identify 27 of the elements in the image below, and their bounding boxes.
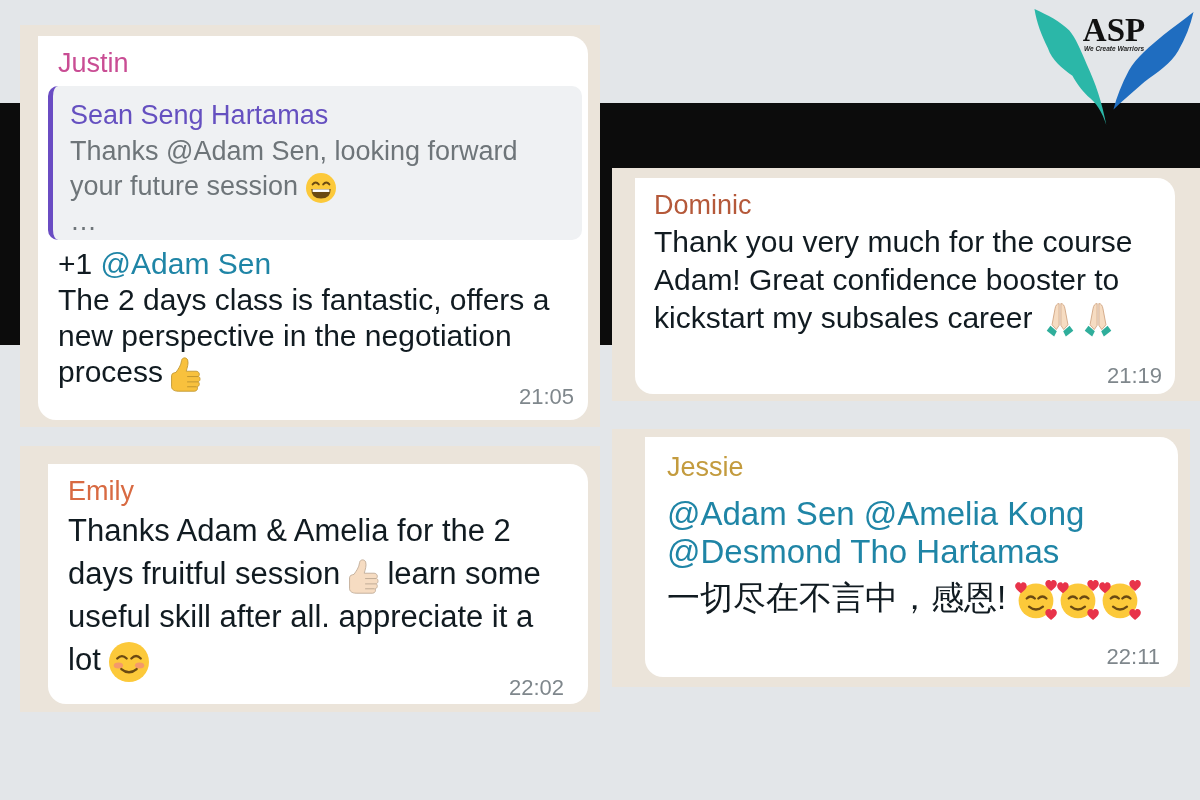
message-text: Thank you very much for the course Adam! Great confidence booster to kickstart my subsales career (654, 223, 1162, 338)
sender-name: Justin (58, 48, 129, 78)
quote-text: Thanks @Adam Sen, looking forward your future session (70, 135, 519, 204)
mention-link[interactable]: @Adam Sen (667, 495, 855, 533)
message-text: 一切尽在不言中，感恩! (667, 579, 1142, 621)
quoted-message[interactable]: Sean Seng Hartamas Thanks @Adam Sen, looking forward your future session … (48, 86, 582, 240)
message-time: 22:02 (508, 674, 564, 701)
smiling-face-hearts-icon (1099, 580, 1142, 621)
smiling-face-hearts-icon (1057, 580, 1100, 621)
mention-link[interactable]: @Desmond Tho Hartamas (667, 533, 1060, 571)
sender-name: Emily (68, 476, 134, 507)
smiling-face-icon (109, 641, 150, 682)
message-text: +1 @Adam Sen (58, 246, 272, 282)
quote-text: … (70, 205, 97, 238)
mention-link[interactable]: @Adam Sen (100, 247, 272, 280)
logo-title: ASP (1082, 15, 1146, 45)
praying-hands-icon (1083, 303, 1112, 338)
message-time: 21:19 (1106, 363, 1162, 390)
quote-sender-name: Sean Seng Hartamas (70, 100, 329, 130)
sender-name: Jessie (667, 452, 744, 483)
message-time: 22:11 (1106, 644, 1160, 671)
smiling-face-hearts-icon (1015, 580, 1058, 621)
wings-logo-icon (1033, 8, 1195, 126)
sender-name: Dominic (654, 190, 752, 220)
grinning-face-icon (305, 172, 336, 203)
mention-link[interactable]: @Amelia Kong (863, 495, 1085, 533)
praying-hands-icon (1045, 303, 1074, 338)
